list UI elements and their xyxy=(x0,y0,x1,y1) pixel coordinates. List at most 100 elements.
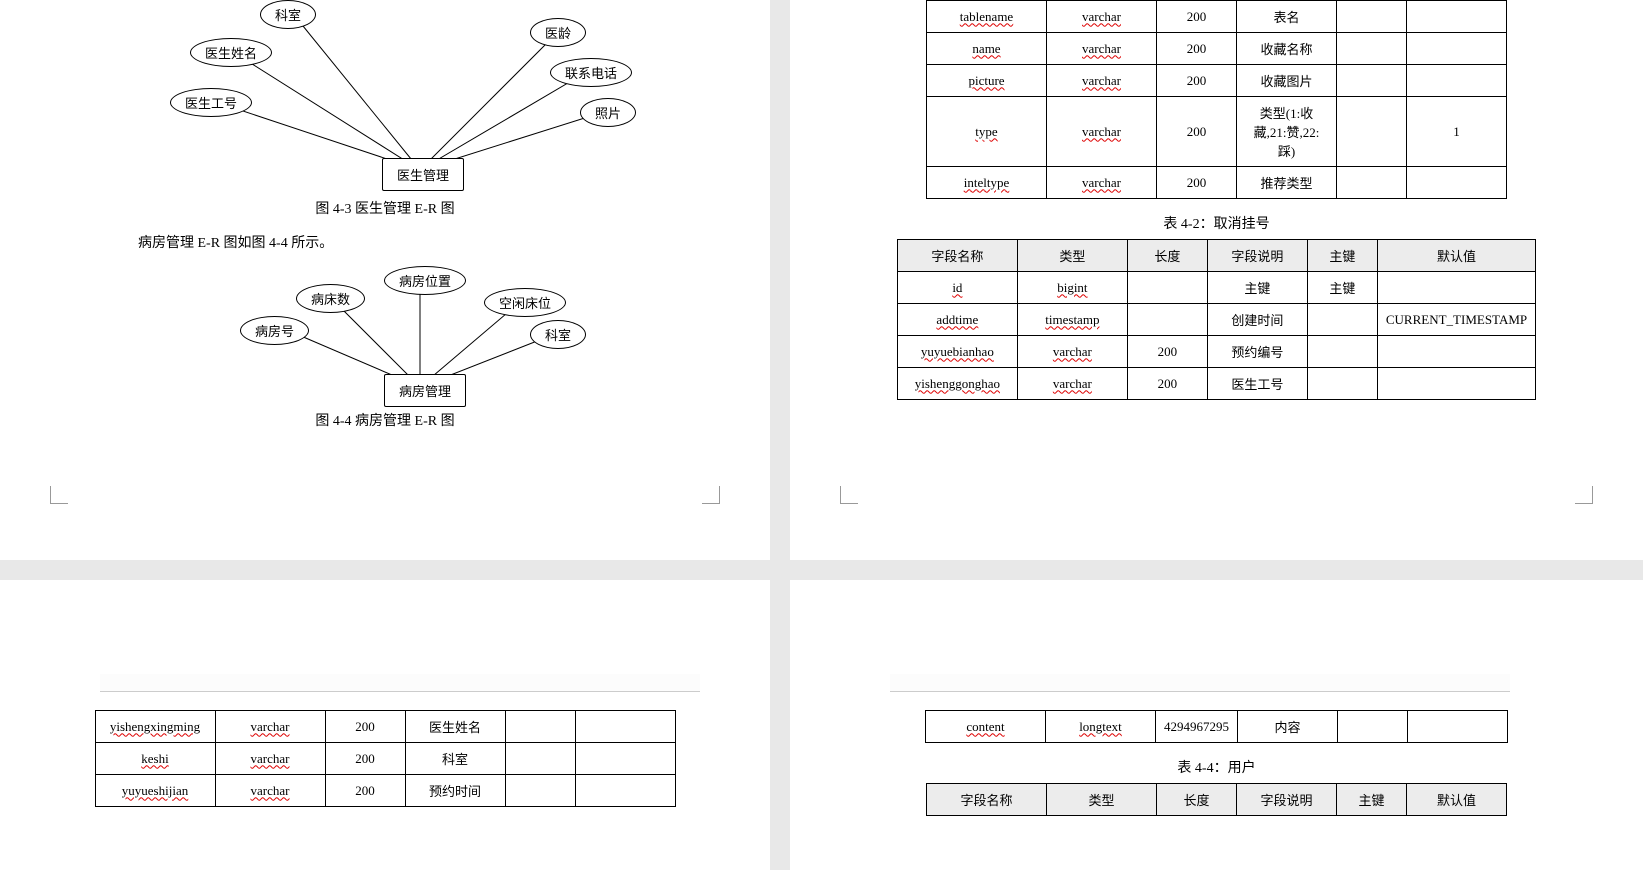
table-cell xyxy=(505,711,575,743)
er-attr: 病房号 xyxy=(240,316,309,345)
table-cell: 4294967295 xyxy=(1156,711,1238,743)
table-cell: 200 xyxy=(1157,97,1237,167)
table-cell xyxy=(575,743,675,775)
table-cell: addtime xyxy=(897,304,1017,336)
table-header-cell: 类型 xyxy=(1047,784,1157,816)
table-cell: yishenggonghao xyxy=(897,368,1017,400)
table-cell: picture xyxy=(927,65,1047,97)
figure-caption: 图 4-3 医生管理 E-R 图 xyxy=(0,198,770,218)
table-header-cell: 字段说明 xyxy=(1207,240,1307,272)
table-cell: 预约时间 xyxy=(405,775,505,807)
table-cell: 医生姓名 xyxy=(405,711,505,743)
table-cell xyxy=(1377,272,1535,304)
table-cell: timestamp xyxy=(1017,304,1127,336)
table-cell: 200 xyxy=(1157,33,1237,65)
table-cell: 类型(1:收藏,21:赞,22:踩) xyxy=(1237,97,1337,167)
table-cell xyxy=(1307,368,1377,400)
table-header-cell: 主键 xyxy=(1337,784,1407,816)
table-cell: longtext xyxy=(1046,711,1156,743)
table-cell: yishengxingming xyxy=(95,711,215,743)
table-cell: 200 xyxy=(1127,368,1207,400)
table-row: tablenamevarchar200表名 xyxy=(927,1,1507,33)
table-row: picturevarchar200收藏图片 xyxy=(927,65,1507,97)
table-cell: 200 xyxy=(1157,1,1237,33)
table-cell xyxy=(1377,368,1535,400)
table-cell: 推荐类型 xyxy=(1237,167,1337,199)
er-attr: 联系电话 xyxy=(550,58,632,87)
table-cell: CURRENT_TIMESTAMP xyxy=(1377,304,1535,336)
table-cell: varchar xyxy=(1047,1,1157,33)
table-row: typevarchar200类型(1:收藏,21:赞,22:踩) 1 xyxy=(927,97,1507,167)
table-row: namevarchar200收藏名称 xyxy=(927,33,1507,65)
table-header-cell: 字段说明 xyxy=(1237,784,1337,816)
er-attr: 照片 xyxy=(580,98,636,127)
table-cell xyxy=(1407,167,1507,199)
table-cell: 200 xyxy=(325,743,405,775)
table-cell xyxy=(1337,33,1407,65)
table-cell: 200 xyxy=(325,775,405,807)
table-cell: 创建时间 xyxy=(1207,304,1307,336)
er-attr: 医生姓名 xyxy=(190,38,272,67)
db-table-2: 字段名称类型长度字段说明主键默认值idbigint主键主键addtimetime… xyxy=(897,239,1536,400)
table-cell xyxy=(1307,336,1377,368)
table-cell xyxy=(575,711,675,743)
table-cell: id xyxy=(897,272,1017,304)
body-text: 病房管理 E-R 图如图 4-4 所示。 xyxy=(0,232,770,252)
table-row: addtimetimestamp 创建时间 CURRENT_TIMESTAMP xyxy=(897,304,1535,336)
table-cell: varchar xyxy=(215,775,325,807)
table-header-cell: 主键 xyxy=(1307,240,1377,272)
page-corner-mark xyxy=(840,486,858,504)
table-cell xyxy=(1338,711,1408,743)
table-header-cell: 长度 xyxy=(1157,784,1237,816)
table-cell: 主键 xyxy=(1307,272,1377,304)
table-cell xyxy=(1377,336,1535,368)
table-header-cell: 默认值 xyxy=(1407,784,1507,816)
table-cell xyxy=(505,775,575,807)
table-cell: 收藏图片 xyxy=(1237,65,1337,97)
table-cell: bigint xyxy=(1017,272,1127,304)
table-cell xyxy=(1407,33,1507,65)
table-cell: 科室 xyxy=(405,743,505,775)
er-attr: 科室 xyxy=(260,0,316,29)
table-cell xyxy=(1127,304,1207,336)
table-cell xyxy=(1407,1,1507,33)
er-attr: 病房位置 xyxy=(384,266,466,295)
table-cell xyxy=(505,743,575,775)
table-cell xyxy=(1307,304,1377,336)
er-entity: 医生管理 xyxy=(382,158,464,191)
table-cell: keshi xyxy=(95,743,215,775)
table-row: yishengxingmingvarchar200医生姓名 xyxy=(95,711,675,743)
er-attr: 空闲床位 xyxy=(484,288,566,317)
er-diagram-doctor-mgmt: 科室 医生姓名 医生工号 医龄 联系电话 照片 医生管理 xyxy=(120,0,760,190)
table-cell: 1 xyxy=(1407,97,1507,167)
table-row: yuyuebianhaovarchar200预约编号 xyxy=(897,336,1535,368)
table-caption: 表 4-2：取消挂号 xyxy=(790,213,1643,233)
table-cell: 收藏名称 xyxy=(1237,33,1337,65)
er-entity: 病房管理 xyxy=(384,374,466,407)
page-corner-mark xyxy=(702,486,720,504)
db-table-1: tablenamevarchar200表名namevarchar200收藏名称p… xyxy=(926,0,1507,199)
table-cell: type xyxy=(927,97,1047,167)
table-cell: yuyueshijian xyxy=(95,775,215,807)
table-cell: varchar xyxy=(1047,167,1157,199)
table-row: keshivarchar200科室 xyxy=(95,743,675,775)
table-cell: yuyuebianhao xyxy=(897,336,1017,368)
table-cell: 主键 xyxy=(1207,272,1307,304)
page-corner-mark xyxy=(50,486,68,504)
table-cell: tablename xyxy=(927,1,1047,33)
table-cell: varchar xyxy=(215,743,325,775)
table-cell xyxy=(1337,97,1407,167)
db-table-5-header: 字段名称类型长度字段说明主键默认值 xyxy=(926,783,1507,816)
table-row: yishenggonghaovarchar200医生工号 xyxy=(897,368,1535,400)
table-cell xyxy=(1408,711,1508,743)
er-attr: 医生工号 xyxy=(170,88,252,117)
table-cell: name xyxy=(927,33,1047,65)
er-attr: 科室 xyxy=(530,320,586,349)
table-cell xyxy=(575,775,675,807)
table-cell: varchar xyxy=(1047,97,1157,167)
table-cell: varchar xyxy=(1047,33,1157,65)
table-cell xyxy=(1337,1,1407,33)
er-attr: 病床数 xyxy=(296,284,365,313)
table-cell xyxy=(1337,65,1407,97)
db-table-4: contentlongtext4294967295内容 xyxy=(925,710,1508,743)
